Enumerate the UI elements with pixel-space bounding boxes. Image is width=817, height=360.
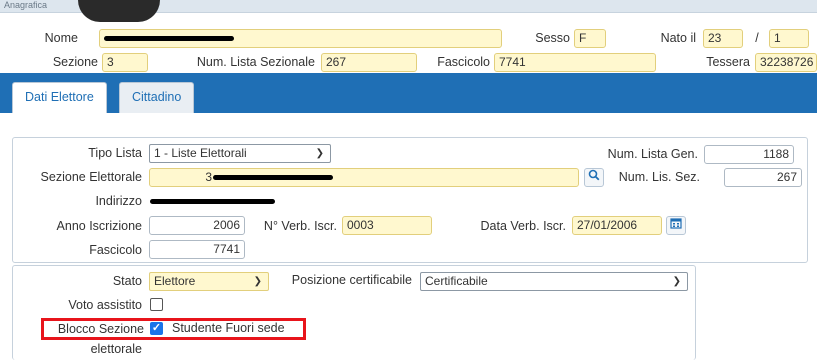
tab-cittadino[interactable]: Cittadino — [119, 82, 195, 113]
posizione-certificabile-label: Posizione certificabile — [291, 273, 412, 287]
data-verb-iscr-field[interactable]: 27/01/2006 — [572, 216, 662, 235]
tessera-field[interactable]: 32238726 — [755, 53, 817, 72]
redaction-bar — [213, 175, 333, 180]
tessera-label: Tessera — [706, 55, 750, 69]
tipo-lista-label: Tipo Lista — [88, 146, 142, 160]
search-button[interactable] — [584, 168, 604, 187]
fascicolo-elettore-field[interactable]: 7741 — [149, 240, 245, 259]
calendar-button[interactable] — [666, 216, 686, 235]
stato-label: Stato — [112, 274, 142, 288]
stato-select[interactable]: Elettore ❯ — [149, 272, 269, 291]
sezione-elettorale-label: Sezione Elettorale — [40, 170, 142, 184]
sezione-elettorale-value: 3 — [205, 170, 212, 184]
check-icon: ✓ — [151, 322, 162, 334]
anno-iscrizione-label: Anno Iscrizione — [56, 219, 142, 233]
top-overlay-shape — [78, 0, 160, 22]
blocco-sezione-label: Blocco Sezione — [57, 322, 144, 336]
anno-iscrizione-field[interactable]: 2006 — [149, 216, 245, 235]
voto-assistito-checkbox[interactable] — [150, 298, 163, 311]
blocco-sezione-checkbox[interactable]: ✓ — [150, 322, 163, 335]
num-lista-gen-field[interactable]: 1188 — [704, 145, 794, 164]
stato-value: Elettore — [154, 274, 196, 288]
n-verb-iscr-field[interactable]: 0003 — [342, 216, 432, 235]
chevron-down-icon: ❯ — [315, 148, 324, 159]
tipo-lista-select[interactable]: 1 - Liste Elettorali ❯ — [149, 144, 331, 163]
blocco-sezione-label-2: elettorale — [90, 342, 142, 356]
posizione-certificabile-select[interactable]: Certificabile ❯ — [420, 272, 688, 291]
fascicolo-elettore-label: Fascicolo — [89, 243, 142, 257]
fascicolo-field[interactable]: 7741 — [494, 53, 656, 72]
voto-assistito-label: Voto assistito — [68, 298, 142, 312]
redaction-bar — [104, 36, 234, 41]
breadcrumb: Anagrafica — [4, 0, 48, 10]
n-verb-iscr-label: N° Verb. Iscr. — [263, 219, 337, 233]
search-icon — [588, 169, 600, 181]
sezione-field[interactable]: 3 — [102, 53, 148, 72]
chevron-down-icon: ❯ — [253, 276, 262, 287]
nato-il-label: Nato il — [660, 31, 696, 45]
chevron-down-icon: ❯ — [672, 276, 681, 287]
num-lista-gen-label: Num. Lista Gen. — [607, 147, 698, 161]
nato-month-field[interactable]: 1 — [769, 29, 809, 48]
fascicolo-label: Fascicolo — [437, 55, 490, 69]
tab-dati-elettore[interactable]: Dati Elettore — [12, 82, 107, 113]
studente-fuori-sede-label: Studente Fuori sede — [172, 321, 285, 335]
nome-label: Nome — [44, 31, 78, 45]
sesso-field[interactable]: F — [574, 29, 606, 48]
tipo-lista-value: 1 - Liste Elettorali — [154, 146, 247, 160]
calendar-icon — [670, 218, 682, 229]
sezione-label: Sezione — [52, 55, 98, 69]
num-lista-sezionale-field[interactable]: 267 — [321, 53, 417, 72]
num-lista-sezionale-label: Num. Lista Sezionale — [196, 55, 315, 69]
num-lis-sez-field[interactable]: 267 — [724, 168, 802, 187]
data-verb-iscr-label: Data Verb. Iscr. — [480, 219, 566, 233]
date-separator: / — [755, 31, 759, 45]
nato-day-field[interactable]: 23 — [703, 29, 743, 48]
redaction-bar — [150, 199, 275, 204]
posizione-certificabile-value: Certificabile — [425, 274, 488, 288]
indirizzo-label: Indirizzo — [95, 194, 142, 208]
num-lis-sez-label: Num. Lis. Sez. — [618, 170, 700, 184]
sesso-label: Sesso — [535, 31, 570, 45]
